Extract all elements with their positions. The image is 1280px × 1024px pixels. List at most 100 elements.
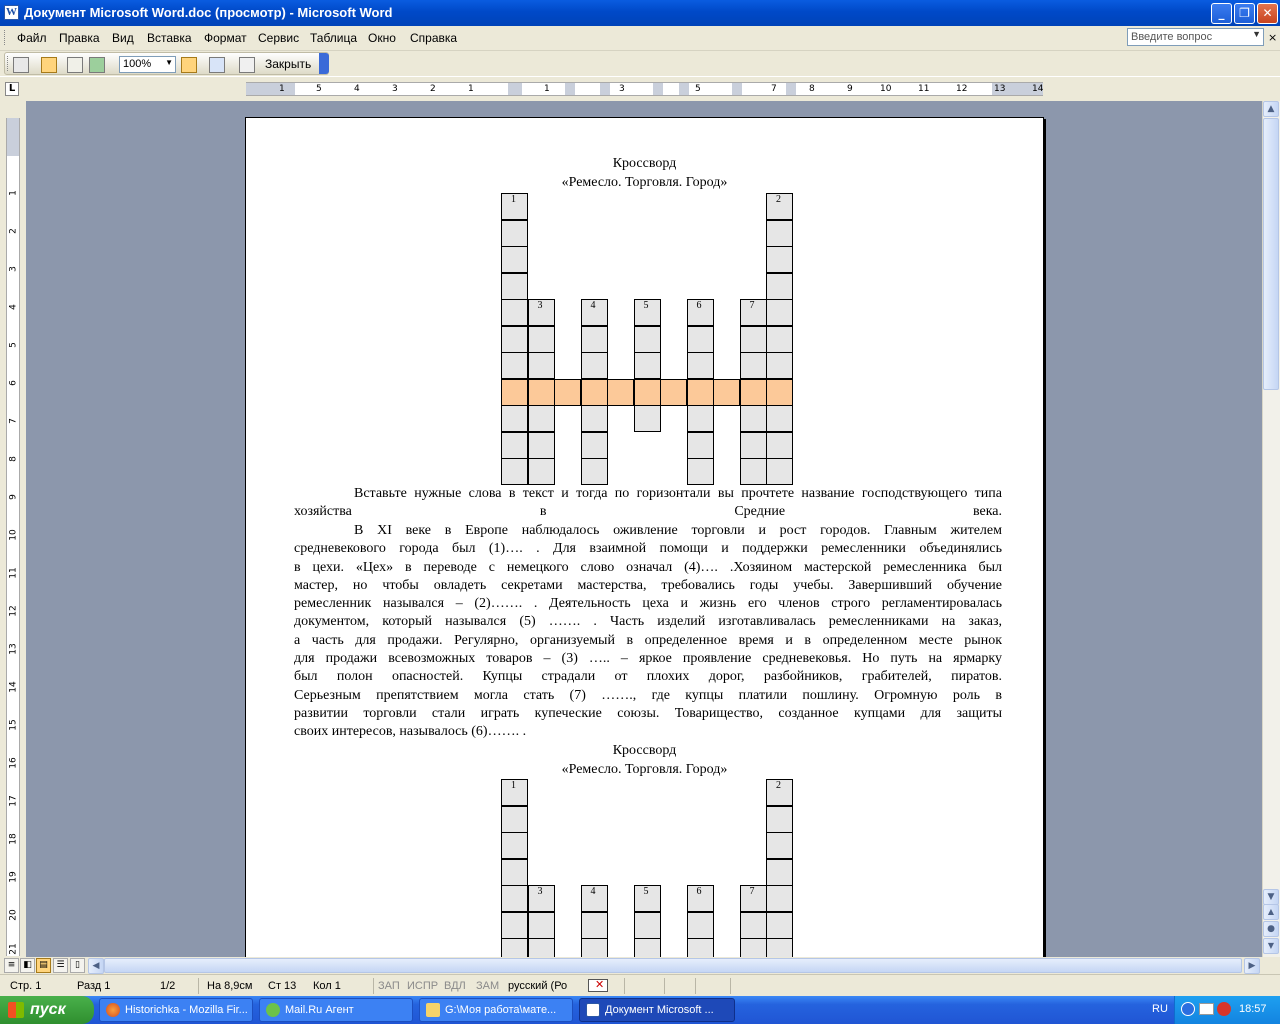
mail-icon[interactable] [1199, 1003, 1214, 1015]
menu-file[interactable]: Файл [17, 31, 47, 45]
crossword-cell [580, 431, 608, 459]
next-page-button[interactable]: ▼ [1263, 938, 1279, 954]
status-separator [664, 978, 665, 994]
crossword-clue-number: 3 [537, 300, 543, 311]
magnifier-icon[interactable] [41, 57, 57, 73]
horizontal-scroll-thumb[interactable] [104, 958, 1242, 973]
crossword-answer-cell [739, 378, 767, 406]
ruler-number: 5 [695, 84, 701, 94]
view-ruler-icon[interactable] [181, 57, 197, 73]
scroll-left-button[interactable]: ◀ [88, 958, 104, 974]
chevron-down-icon[interactable]: ▼ [165, 58, 173, 67]
ruler-number: 7 [771, 84, 777, 94]
top-margin-area [7, 118, 19, 156]
spelling-status-icon[interactable]: ✕ [588, 978, 608, 992]
ask-question-input[interactable]: Введите вопрос ▼ [1127, 28, 1264, 46]
scroll-down-button[interactable]: ▼ [1263, 889, 1279, 905]
crossword-answer-cell [686, 378, 714, 406]
ruler-number: 20 [8, 909, 19, 921]
vertical-scroll-thumb[interactable] [1263, 118, 1279, 390]
table-column-marker[interactable] [679, 83, 689, 95]
taskbar-button-folder[interactable]: G:\Моя работа\мате... [419, 998, 573, 1022]
reading-layout-icon[interactable]: ▯ [70, 958, 85, 973]
scroll-right-button[interactable]: ▶ [1244, 958, 1260, 974]
print-layout-icon[interactable]: ▤ [36, 958, 51, 973]
body-line: а часть для продажи. Регулярно, организу… [294, 632, 1002, 648]
status-overtype[interactable]: ЗАМ [476, 980, 499, 992]
start-button[interactable]: пуск [0, 996, 94, 1024]
menu-format[interactable]: Формат [204, 31, 247, 45]
minimize-button[interactable]: _ [1211, 3, 1232, 24]
crossword-cell [501, 431, 528, 459]
ask-question-placeholder: Введите вопрос [1131, 31, 1213, 43]
crossword-subtitle: «Ремесло. Торговля. Город» [561, 762, 728, 777]
menu-edit[interactable]: Правка [59, 31, 100, 45]
tab-selector-button[interactable]: L [5, 82, 19, 96]
previous-page-button[interactable]: ▲ [1263, 904, 1279, 920]
taskbar-button-mailru-agent[interactable]: Mail.Ru Агент [259, 998, 413, 1022]
close-document-icon[interactable]: × [1268, 31, 1277, 44]
table-column-marker[interactable] [565, 83, 575, 95]
document-page[interactable]: Кроссворд «Ремесло. Торговля. Город» 1 3 4… [245, 117, 1044, 957]
close-preview-button[interactable]: Закрыть [265, 57, 311, 71]
table-column-marker[interactable] [653, 83, 663, 95]
title-bar[interactable]: W Документ Microsoft Word.doc (просмотр)… [0, 0, 1280, 26]
full-screen-icon[interactable] [239, 57, 255, 73]
crossword-cell [527, 405, 555, 432]
maximize-button[interactable]: ❐ [1234, 3, 1255, 24]
status-track-changes[interactable]: ИСПР [407, 980, 438, 992]
web-layout-icon[interactable]: ◧ [20, 958, 35, 973]
horizontal-ruler[interactable]: 1 5 4 3 2 1 1 3 5 7 8 9 10 11 12 13 14 [246, 82, 1043, 96]
toolbar-options-chevron[interactable] [319, 53, 329, 74]
menu-view[interactable]: Вид [112, 31, 134, 45]
multiple-pages-icon[interactable] [89, 57, 105, 73]
crossword-cell [580, 911, 608, 939]
chevron-down-icon[interactable]: ▼ [1252, 29, 1261, 39]
close-window-button[interactable]: ✕ [1257, 3, 1278, 24]
shrink-to-fit-icon[interactable] [209, 57, 225, 73]
one-page-icon[interactable] [67, 57, 83, 73]
normal-view-icon[interactable]: ≡ [4, 958, 19, 973]
ruler-number: 5 [316, 84, 322, 94]
status-record[interactable]: ЗАП [378, 980, 400, 992]
menu-window[interactable]: Окно [368, 31, 396, 45]
taskbar-button-word[interactable]: Документ Microsoft ... [579, 998, 735, 1022]
menu-tools[interactable]: Сервис [258, 31, 299, 45]
crossword-clue-number: 6 [696, 886, 702, 897]
crossword-title: Кроссворд [612, 156, 677, 171]
status-language[interactable]: русский (Ро [508, 980, 567, 992]
zoom-select[interactable]: 100% ▼ [119, 56, 176, 73]
window-title: Документ Microsoft Word.doc (просмотр) -… [24, 5, 393, 20]
toolbar: 100% ▼ Закрыть [0, 51, 1280, 76]
crossword-clue-number: 2 [776, 194, 781, 205]
table-column-marker[interactable] [508, 83, 522, 95]
menu-grip[interactable] [4, 30, 8, 45]
outline-view-icon[interactable]: ☰ [53, 958, 68, 973]
scroll-up-button[interactable]: ▲ [1263, 101, 1279, 117]
toolbar-grip[interactable] [7, 56, 10, 71]
document-area[interactable]: Кроссворд «Ремесло. Торговля. Город» 1 3 4… [26, 101, 1262, 957]
vertical-ruler[interactable]: 1 2 3 4 5 6 7 8 9 10 11 12 13 14 15 16 1… [6, 118, 20, 956]
crossword-cell [766, 246, 793, 273]
ruler-number: 13 [994, 84, 1006, 94]
table-column-marker[interactable] [786, 83, 796, 95]
ruler-number: 4 [8, 304, 19, 310]
select-browse-object-button[interactable]: ● [1263, 921, 1279, 937]
table-column-marker[interactable] [732, 83, 742, 95]
body-text: В XI веке в Европе наблюдалось оживление… [294, 522, 1002, 742]
firefox-icon [106, 1003, 120, 1017]
menu-insert[interactable]: Вставка [147, 31, 192, 45]
status-extend[interactable]: ВДЛ [444, 980, 466, 992]
keyboard-language[interactable]: RU [1152, 1003, 1168, 1015]
crossword-cell [501, 405, 528, 432]
taskbar-button-firefox[interactable]: Historichka - Mozilla Fir... [99, 998, 253, 1022]
crossword-clue-number: 4 [590, 886, 596, 897]
menu-table[interactable]: Таблица [310, 31, 357, 45]
opera-icon[interactable] [1217, 1002, 1231, 1016]
ruler-number: 9 [847, 84, 853, 94]
table-column-marker[interactable] [600, 83, 610, 95]
print-icon[interactable] [13, 57, 29, 73]
tray-arrow-icon[interactable] [1181, 1002, 1195, 1016]
crossword-answer-cell [527, 378, 555, 406]
menu-help[interactable]: Справка [410, 31, 457, 45]
